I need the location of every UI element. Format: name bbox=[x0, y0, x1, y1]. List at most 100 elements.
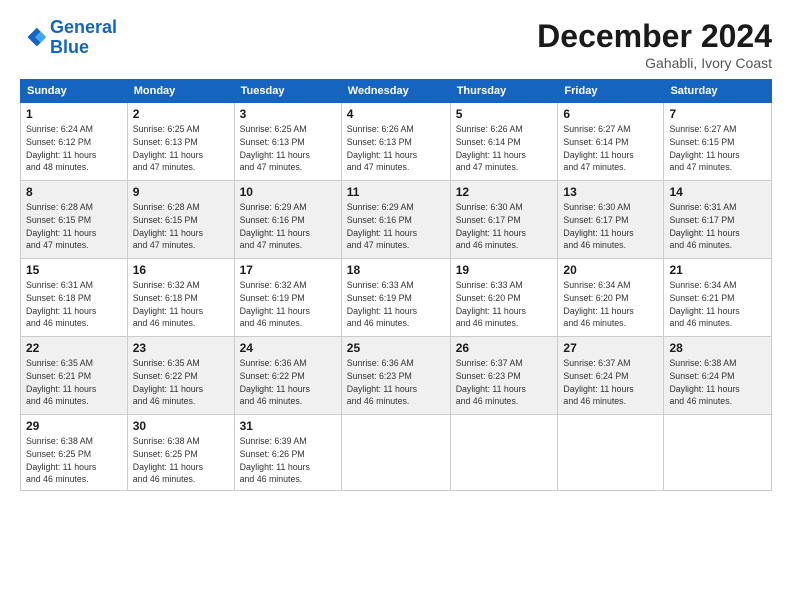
day-number: 21 bbox=[669, 263, 766, 277]
day-detail: Sunrise: 6:32 AMSunset: 6:18 PMDaylight:… bbox=[133, 279, 229, 330]
day-detail: Sunrise: 6:25 AMSunset: 6:13 PMDaylight:… bbox=[240, 123, 336, 174]
day-number: 26 bbox=[456, 341, 553, 355]
table-row bbox=[341, 415, 450, 491]
day-number: 14 bbox=[669, 185, 766, 199]
table-row: 15 Sunrise: 6:31 AMSunset: 6:18 PMDaylig… bbox=[21, 259, 128, 337]
table-row: 2 Sunrise: 6:25 AMSunset: 6:13 PMDayligh… bbox=[127, 103, 234, 181]
month-title: December 2024 bbox=[537, 18, 772, 55]
day-number: 19 bbox=[456, 263, 553, 277]
col-thursday: Thursday bbox=[450, 80, 558, 103]
day-detail: Sunrise: 6:37 AMSunset: 6:23 PMDaylight:… bbox=[456, 357, 553, 408]
logo-line2: Blue bbox=[50, 37, 89, 57]
page: General Blue December 2024 Gahabli, Ivor… bbox=[0, 0, 792, 612]
day-detail: Sunrise: 6:30 AMSunset: 6:17 PMDaylight:… bbox=[456, 201, 553, 252]
calendar-week-row: 29 Sunrise: 6:38 AMSunset: 6:25 PMDaylig… bbox=[21, 415, 772, 491]
day-number: 10 bbox=[240, 185, 336, 199]
day-detail: Sunrise: 6:32 AMSunset: 6:19 PMDaylight:… bbox=[240, 279, 336, 330]
day-number: 24 bbox=[240, 341, 336, 355]
day-detail: Sunrise: 6:29 AMSunset: 6:16 PMDaylight:… bbox=[347, 201, 445, 252]
table-row: 1 Sunrise: 6:24 AMSunset: 6:12 PMDayligh… bbox=[21, 103, 128, 181]
col-sunday: Sunday bbox=[21, 80, 128, 103]
table-row: 17 Sunrise: 6:32 AMSunset: 6:19 PMDaylig… bbox=[234, 259, 341, 337]
day-number: 13 bbox=[563, 185, 658, 199]
table-row: 14 Sunrise: 6:31 AMSunset: 6:17 PMDaylig… bbox=[664, 181, 772, 259]
table-row: 6 Sunrise: 6:27 AMSunset: 6:14 PMDayligh… bbox=[558, 103, 664, 181]
day-number: 6 bbox=[563, 107, 658, 121]
day-number: 22 bbox=[26, 341, 122, 355]
table-row: 22 Sunrise: 6:35 AMSunset: 6:21 PMDaylig… bbox=[21, 337, 128, 415]
table-row: 5 Sunrise: 6:26 AMSunset: 6:14 PMDayligh… bbox=[450, 103, 558, 181]
day-detail: Sunrise: 6:38 AMSunset: 6:25 PMDaylight:… bbox=[26, 435, 122, 486]
table-row bbox=[558, 415, 664, 491]
calendar-table: Sunday Monday Tuesday Wednesday Thursday… bbox=[20, 79, 772, 491]
day-number: 4 bbox=[347, 107, 445, 121]
table-row: 20 Sunrise: 6:34 AMSunset: 6:20 PMDaylig… bbox=[558, 259, 664, 337]
day-number: 27 bbox=[563, 341, 658, 355]
col-wednesday: Wednesday bbox=[341, 80, 450, 103]
day-detail: Sunrise: 6:30 AMSunset: 6:17 PMDaylight:… bbox=[563, 201, 658, 252]
day-detail: Sunrise: 6:27 AMSunset: 6:15 PMDaylight:… bbox=[669, 123, 766, 174]
table-row: 13 Sunrise: 6:30 AMSunset: 6:17 PMDaylig… bbox=[558, 181, 664, 259]
day-detail: Sunrise: 6:35 AMSunset: 6:22 PMDaylight:… bbox=[133, 357, 229, 408]
title-section: December 2024 Gahabli, Ivory Coast bbox=[537, 18, 772, 71]
day-number: 31 bbox=[240, 419, 336, 433]
calendar-week-row: 8 Sunrise: 6:28 AMSunset: 6:15 PMDayligh… bbox=[21, 181, 772, 259]
location: Gahabli, Ivory Coast bbox=[537, 55, 772, 71]
table-row: 12 Sunrise: 6:30 AMSunset: 6:17 PMDaylig… bbox=[450, 181, 558, 259]
day-number: 29 bbox=[26, 419, 122, 433]
day-detail: Sunrise: 6:33 AMSunset: 6:20 PMDaylight:… bbox=[456, 279, 553, 330]
table-row: 28 Sunrise: 6:38 AMSunset: 6:24 PMDaylig… bbox=[664, 337, 772, 415]
table-row: 26 Sunrise: 6:37 AMSunset: 6:23 PMDaylig… bbox=[450, 337, 558, 415]
table-row: 9 Sunrise: 6:28 AMSunset: 6:15 PMDayligh… bbox=[127, 181, 234, 259]
day-detail: Sunrise: 6:31 AMSunset: 6:18 PMDaylight:… bbox=[26, 279, 122, 330]
table-row: 16 Sunrise: 6:32 AMSunset: 6:18 PMDaylig… bbox=[127, 259, 234, 337]
day-detail: Sunrise: 6:26 AMSunset: 6:14 PMDaylight:… bbox=[456, 123, 553, 174]
day-number: 30 bbox=[133, 419, 229, 433]
day-detail: Sunrise: 6:37 AMSunset: 6:24 PMDaylight:… bbox=[563, 357, 658, 408]
table-row: 10 Sunrise: 6:29 AMSunset: 6:16 PMDaylig… bbox=[234, 181, 341, 259]
table-row: 18 Sunrise: 6:33 AMSunset: 6:19 PMDaylig… bbox=[341, 259, 450, 337]
table-row bbox=[664, 415, 772, 491]
day-number: 7 bbox=[669, 107, 766, 121]
logo: General Blue bbox=[20, 18, 117, 58]
table-row: 4 Sunrise: 6:26 AMSunset: 6:13 PMDayligh… bbox=[341, 103, 450, 181]
table-row: 7 Sunrise: 6:27 AMSunset: 6:15 PMDayligh… bbox=[664, 103, 772, 181]
col-tuesday: Tuesday bbox=[234, 80, 341, 103]
table-row: 30 Sunrise: 6:38 AMSunset: 6:25 PMDaylig… bbox=[127, 415, 234, 491]
day-detail: Sunrise: 6:36 AMSunset: 6:23 PMDaylight:… bbox=[347, 357, 445, 408]
day-number: 23 bbox=[133, 341, 229, 355]
table-row: 8 Sunrise: 6:28 AMSunset: 6:15 PMDayligh… bbox=[21, 181, 128, 259]
logo-icon bbox=[20, 24, 48, 52]
col-friday: Friday bbox=[558, 80, 664, 103]
day-detail: Sunrise: 6:27 AMSunset: 6:14 PMDaylight:… bbox=[563, 123, 658, 174]
day-number: 15 bbox=[26, 263, 122, 277]
calendar-header-row: Sunday Monday Tuesday Wednesday Thursday… bbox=[21, 80, 772, 103]
day-detail: Sunrise: 6:24 AMSunset: 6:12 PMDaylight:… bbox=[26, 123, 122, 174]
calendar-week-row: 22 Sunrise: 6:35 AMSunset: 6:21 PMDaylig… bbox=[21, 337, 772, 415]
day-number: 25 bbox=[347, 341, 445, 355]
day-detail: Sunrise: 6:28 AMSunset: 6:15 PMDaylight:… bbox=[133, 201, 229, 252]
table-row: 31 Sunrise: 6:39 AMSunset: 6:26 PMDaylig… bbox=[234, 415, 341, 491]
day-detail: Sunrise: 6:25 AMSunset: 6:13 PMDaylight:… bbox=[133, 123, 229, 174]
day-number: 8 bbox=[26, 185, 122, 199]
day-number: 9 bbox=[133, 185, 229, 199]
day-detail: Sunrise: 6:26 AMSunset: 6:13 PMDaylight:… bbox=[347, 123, 445, 174]
logo-line1: General bbox=[50, 17, 117, 37]
day-detail: Sunrise: 6:38 AMSunset: 6:25 PMDaylight:… bbox=[133, 435, 229, 486]
table-row: 11 Sunrise: 6:29 AMSunset: 6:16 PMDaylig… bbox=[341, 181, 450, 259]
day-number: 20 bbox=[563, 263, 658, 277]
day-number: 18 bbox=[347, 263, 445, 277]
table-row: 21 Sunrise: 6:34 AMSunset: 6:21 PMDaylig… bbox=[664, 259, 772, 337]
day-number: 28 bbox=[669, 341, 766, 355]
logo-text: General Blue bbox=[50, 18, 117, 58]
day-detail: Sunrise: 6:33 AMSunset: 6:19 PMDaylight:… bbox=[347, 279, 445, 330]
day-detail: Sunrise: 6:34 AMSunset: 6:20 PMDaylight:… bbox=[563, 279, 658, 330]
day-number: 2 bbox=[133, 107, 229, 121]
table-row: 19 Sunrise: 6:33 AMSunset: 6:20 PMDaylig… bbox=[450, 259, 558, 337]
day-detail: Sunrise: 6:39 AMSunset: 6:26 PMDaylight:… bbox=[240, 435, 336, 486]
table-row: 23 Sunrise: 6:35 AMSunset: 6:22 PMDaylig… bbox=[127, 337, 234, 415]
day-detail: Sunrise: 6:29 AMSunset: 6:16 PMDaylight:… bbox=[240, 201, 336, 252]
day-number: 16 bbox=[133, 263, 229, 277]
table-row: 29 Sunrise: 6:38 AMSunset: 6:25 PMDaylig… bbox=[21, 415, 128, 491]
day-number: 3 bbox=[240, 107, 336, 121]
